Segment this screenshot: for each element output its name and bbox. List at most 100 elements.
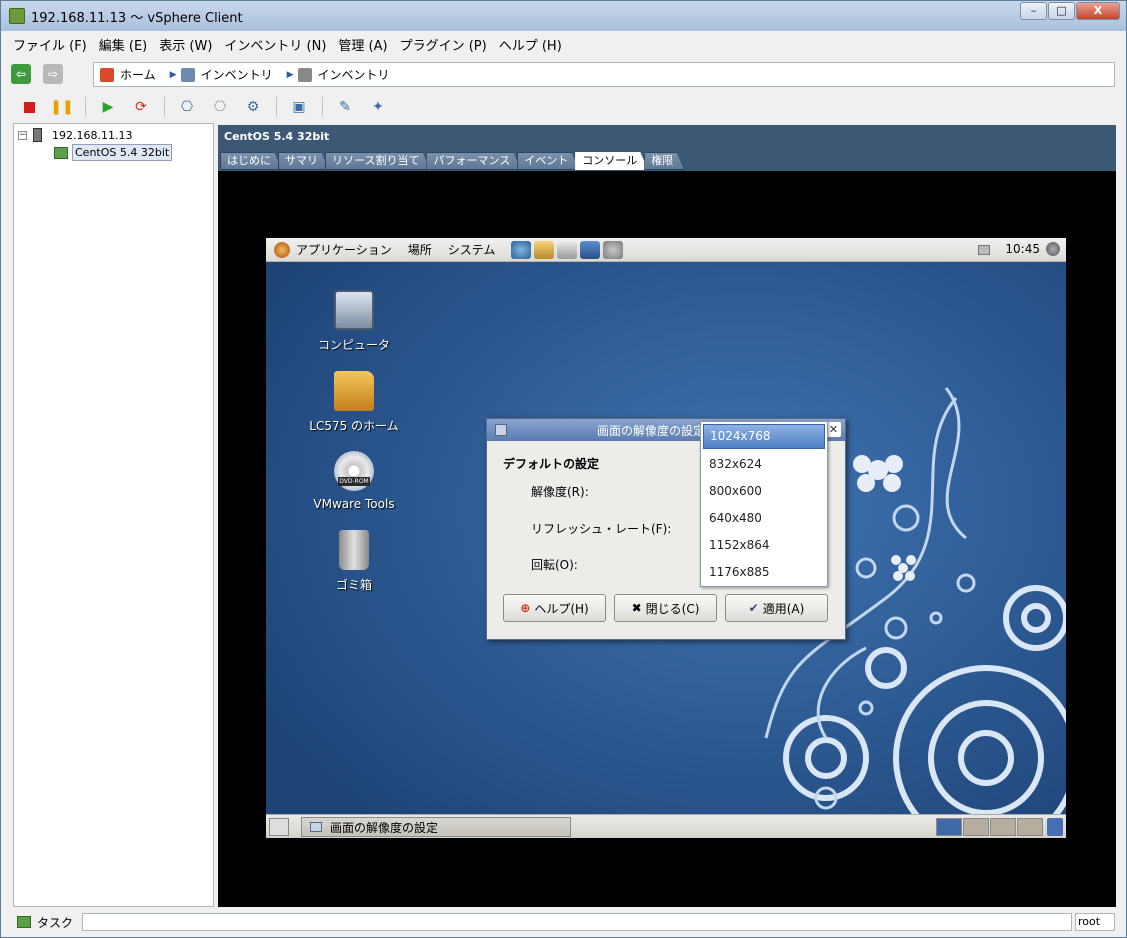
tree-host-label: 192.168.11.13 bbox=[52, 128, 133, 142]
help-button-label: ヘルプ(H) bbox=[534, 601, 589, 616]
guest-menu-system[interactable]: システム bbox=[448, 241, 496, 258]
web-browser-icon[interactable] bbox=[511, 240, 532, 259]
resolution-option[interactable]: 800x600 bbox=[701, 478, 827, 505]
show-desktop-icon[interactable] bbox=[269, 818, 289, 836]
tasks-label[interactable]: タスク bbox=[37, 914, 73, 931]
breadcrumb-inventory[interactable]: ▶ インベントリ bbox=[170, 66, 273, 83]
menu-help[interactable]: ヘルプ (H) bbox=[499, 35, 562, 54]
power-on-icon[interactable]: ▶ bbox=[98, 97, 118, 117]
desktop-icon-label: ゴミ箱 bbox=[335, 578, 372, 592]
text-editor-icon[interactable] bbox=[557, 240, 578, 259]
tasks-icon[interactable] bbox=[17, 916, 31, 928]
snapshot-manager-icon[interactable]: ⚙ bbox=[243, 97, 263, 117]
desktop-icon-computer[interactable]: コンピュータ bbox=[294, 290, 414, 353]
menu-inventory[interactable]: インベントリ (N) bbox=[224, 35, 326, 54]
menu-admin[interactable]: 管理 (A) bbox=[338, 35, 387, 54]
menu-plugins[interactable]: プラグイン (P) bbox=[400, 35, 487, 54]
minimize-button[interactable]: – bbox=[1020, 2, 1047, 20]
help-button[interactable]: ⊕ ヘルプ(H) bbox=[503, 594, 606, 622]
toolbar-separator bbox=[276, 97, 277, 117]
network-icon[interactable] bbox=[978, 245, 990, 255]
desktop-icon-label: コンピュータ bbox=[317, 338, 390, 352]
guest-menu-places[interactable]: 場所 bbox=[408, 241, 432, 258]
forward-arrow-icon[interactable]: ⇨ bbox=[43, 64, 63, 84]
breadcrumb-inventory-hosts[interactable]: ▶ インベントリ bbox=[287, 66, 390, 83]
gnome-foot-icon[interactable] bbox=[274, 241, 290, 258]
help-lifebuoy-icon: ⊕ bbox=[520, 601, 531, 615]
toolbar-separator bbox=[164, 97, 165, 117]
desktop-icon-label: VMware Tools bbox=[313, 497, 395, 511]
panel-trash-icon[interactable] bbox=[1047, 818, 1063, 836]
suspend-icon[interactable]: ❚❚ bbox=[50, 97, 73, 117]
snapshot-icon[interactable]: ⎔ bbox=[177, 97, 197, 117]
dvd-rom-badge: DVD-ROM bbox=[338, 477, 370, 486]
workspace-2[interactable] bbox=[963, 818, 989, 836]
console-icon[interactable]: ▣ bbox=[289, 97, 309, 117]
menu-file[interactable]: ファイル (F) bbox=[13, 35, 87, 54]
resolution-option[interactable]: 1176x885 bbox=[701, 559, 827, 586]
workspace-switcher bbox=[936, 818, 1044, 836]
breadcrumb-inventory-label: インベントリ bbox=[200, 68, 273, 82]
tab-events[interactable]: イベント bbox=[517, 152, 579, 170]
tab-console[interactable]: コンソール bbox=[575, 152, 648, 170]
trash-icon bbox=[339, 530, 369, 570]
close-button[interactable]: X bbox=[1076, 2, 1120, 20]
breadcrumb: ホーム ▶ インベントリ ▶ インベントリ bbox=[93, 62, 1115, 87]
workspace-3[interactable] bbox=[990, 818, 1016, 836]
tab-summary[interactable]: サマリ bbox=[278, 152, 329, 170]
breadcrumb-home[interactable]: ホーム bbox=[100, 66, 156, 83]
volume-icon[interactable] bbox=[1046, 242, 1060, 256]
resolution-option[interactable]: 832x624 bbox=[701, 451, 827, 478]
resolution-dropdown-list: 1024x768 832x624 800x600 640x480 1152x86… bbox=[700, 421, 828, 587]
power-off-icon[interactable] bbox=[19, 97, 39, 117]
reset-icon[interactable]: ⟳ bbox=[131, 97, 151, 117]
resolution-option[interactable]: 640x480 bbox=[701, 505, 827, 532]
taskbar-window-button[interactable]: 画面の解像度の設定 bbox=[301, 817, 571, 837]
computer-icon bbox=[334, 290, 374, 330]
back-arrow-icon[interactable]: ⇦ bbox=[11, 64, 31, 84]
vm-tools-icon[interactable]: ✦ bbox=[368, 97, 388, 117]
desktop-icon-label: LC575 のホーム bbox=[309, 419, 399, 433]
desktop-icon-trash[interactable]: ゴミ箱 bbox=[294, 530, 414, 593]
tab-bar: はじめに サマリ リソース割り当て パフォーマンス イベント コンソール 権限 bbox=[220, 152, 680, 170]
window-controls: – □ X bbox=[1019, 2, 1120, 20]
workspace-4[interactable] bbox=[1017, 818, 1043, 836]
resolution-label: 解像度(R): bbox=[531, 485, 589, 499]
guest-clock[interactable]: 10:45 bbox=[1005, 242, 1040, 256]
tree-vm-label: CentOS 5.4 32bit bbox=[72, 144, 173, 161]
update-icon[interactable] bbox=[603, 240, 624, 259]
dialog-close-button[interactable]: ✖ 閉じる(C) bbox=[614, 594, 717, 622]
presentation-icon[interactable] bbox=[580, 240, 601, 259]
dialog-close-icon[interactable]: ✕ bbox=[826, 422, 841, 437]
collapse-icon[interactable]: − bbox=[18, 130, 27, 140]
guest-menu-applications[interactable]: アプリケーション bbox=[296, 241, 392, 258]
resolution-option[interactable]: 1152x864 bbox=[701, 532, 827, 559]
vm-console-screen[interactable]: アプリケーション 場所 システム 10:45 コンピュータ LC575 のホーム bbox=[266, 238, 1066, 838]
panel-header: CentOS 5.4 32bit はじめに サマリ リソース割り当て パフォーマ… bbox=[218, 125, 1116, 171]
display-icon bbox=[495, 424, 507, 436]
panel-vm-title: CentOS 5.4 32bit bbox=[224, 130, 330, 143]
tab-performance[interactable]: パフォーマンス bbox=[426, 152, 521, 170]
revert-snapshot-icon[interactable]: ⎔ bbox=[210, 97, 230, 117]
menu-bar: ファイル (F) 編集 (E) 表示 (W) インベントリ (N) 管理 (A)… bbox=[1, 31, 1126, 57]
breadcrumb-arrow-icon: ▶ bbox=[286, 69, 294, 80]
vm-icon bbox=[54, 146, 68, 159]
resolution-option[interactable]: 1024x768 bbox=[703, 424, 825, 449]
breadcrumb-hosts-label: インベントリ bbox=[317, 68, 390, 82]
tab-resource-allocation[interactable]: リソース割り当て bbox=[325, 152, 430, 170]
edit-settings-icon[interactable]: ✎ bbox=[335, 97, 355, 117]
desktop-icon-vmware-tools[interactable]: DVD-ROM VMware Tools bbox=[294, 451, 414, 511]
apply-button[interactable]: ✔ 適用(A) bbox=[725, 594, 828, 622]
tree-host-row[interactable]: − 192.168.11.13 bbox=[18, 128, 132, 142]
maximize-button[interactable]: □ bbox=[1048, 2, 1075, 20]
x-icon: ✖ bbox=[631, 601, 642, 615]
menu-view[interactable]: 表示 (W) bbox=[159, 35, 212, 54]
tab-permissions[interactable]: 権限 bbox=[644, 152, 684, 170]
workspace-1[interactable] bbox=[936, 818, 962, 836]
toolbar-separator bbox=[322, 97, 323, 117]
tree-vm-row[interactable]: CentOS 5.4 32bit bbox=[54, 144, 173, 161]
tab-getting-started[interactable]: はじめに bbox=[220, 152, 282, 170]
mail-icon[interactable] bbox=[534, 240, 555, 259]
menu-edit[interactable]: 編集 (E) bbox=[99, 35, 148, 54]
desktop-icon-home[interactable]: LC575 のホーム bbox=[294, 371, 414, 434]
